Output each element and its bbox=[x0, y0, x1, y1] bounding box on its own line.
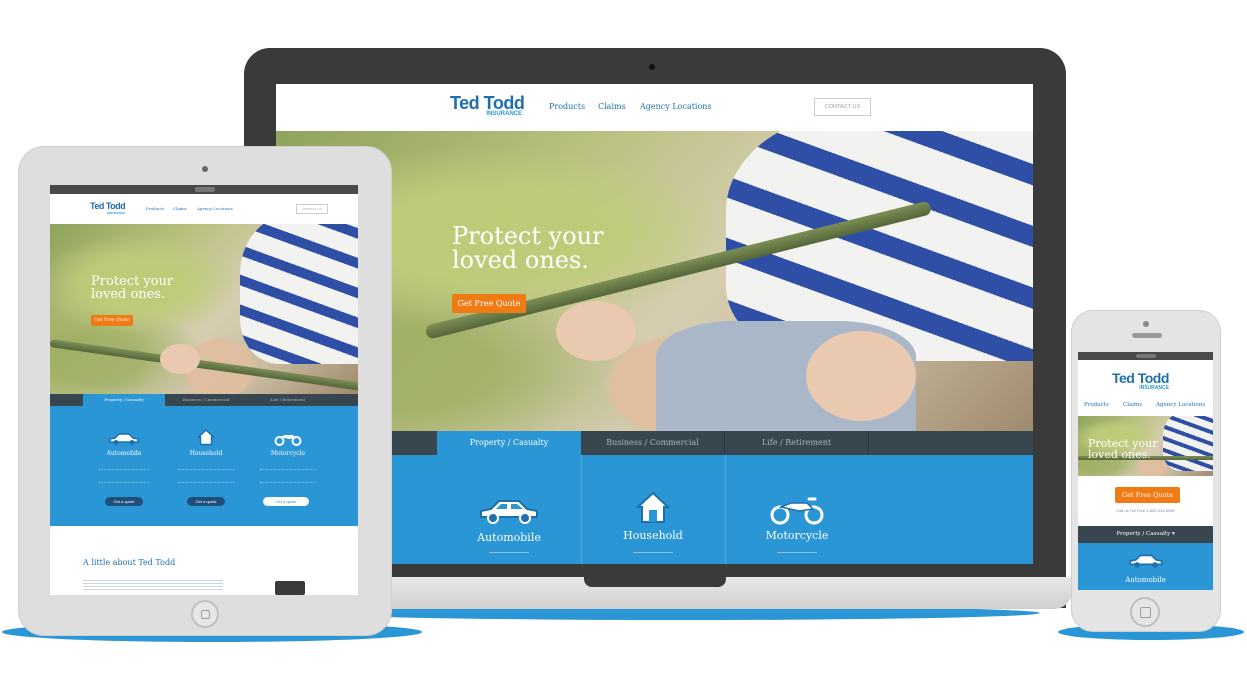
phone-statusbar-indicator bbox=[1136, 354, 1156, 358]
tablet-automobile-label: Automobile bbox=[106, 450, 142, 457]
tablet-hero-title: Protect your loved ones. bbox=[91, 275, 173, 302]
phone-dropdown-value: Property / Casualty bbox=[1116, 531, 1171, 537]
phone-home-button[interactable] bbox=[1130, 597, 1160, 627]
tablet-logo-tagline: INSURANCE bbox=[107, 211, 126, 215]
tablet-house-icon bbox=[196, 428, 216, 446]
tablet-screen: Ted Todd INSURANCE Products Claims Agenc… bbox=[50, 185, 358, 595]
tablet-logo-wordmark: Ted Todd bbox=[90, 201, 126, 211]
tablet-about-illustration bbox=[275, 581, 305, 595]
tablet-hero-line1: Protect your bbox=[91, 274, 174, 289]
phone-nav-claims[interactable]: Claims bbox=[1123, 402, 1142, 408]
nav-agency-locations[interactable]: Agency Locations bbox=[640, 102, 712, 111]
phone-nav-products[interactable]: Products bbox=[1084, 402, 1109, 408]
tablet-statusbar-indicator bbox=[195, 187, 215, 192]
tablet-contact-button[interactable]: CONTACT US bbox=[296, 204, 328, 214]
tablet-automobile-blurb bbox=[99, 469, 149, 483]
category-household-label: Household bbox=[623, 529, 683, 542]
tablet-automobile-quote-button[interactable]: Get a quote bbox=[105, 497, 143, 506]
phone-hero-shirt bbox=[1163, 416, 1213, 471]
tablet-car-icon bbox=[109, 433, 139, 445]
nav-claims[interactable]: Claims bbox=[598, 102, 626, 111]
tablet-category-household[interactable]: Household Get a quote bbox=[165, 406, 247, 506]
motorcycle-underline bbox=[777, 552, 817, 553]
phone-coverage-panel: Automobile bbox=[1078, 543, 1213, 590]
hero-title-line1: Protect your bbox=[452, 222, 604, 250]
tab-business-commercial[interactable]: Business / Commercial bbox=[581, 431, 725, 455]
phone-screen: Ted Todd INSURANCE Products Claims Agenc… bbox=[1078, 352, 1213, 590]
tablet-logo[interactable]: Ted Todd INSURANCE bbox=[90, 201, 126, 216]
laptop-notch bbox=[584, 577, 726, 587]
household-underline bbox=[633, 552, 673, 553]
tablet-camera bbox=[202, 166, 208, 172]
phone-get-free-quote-button[interactable]: Get Free Quote bbox=[1115, 487, 1180, 503]
laptop-camera bbox=[649, 64, 655, 70]
tablet-home-square-icon bbox=[201, 610, 210, 619]
logo-wordmark: Ted Todd bbox=[450, 93, 525, 113]
tablet-get-free-quote-button[interactable]: Get Free Quote bbox=[91, 315, 133, 326]
tablet-tab-property[interactable]: Property / Casualty bbox=[83, 394, 165, 406]
tablet-motorcycle-label: Motorcycle bbox=[270, 450, 306, 457]
tablet-motorcycle-icon bbox=[274, 435, 302, 446]
tab-life-retirement[interactable]: Life / Retirement bbox=[725, 431, 869, 455]
tablet-hero-hand bbox=[160, 344, 200, 374]
hero-hand-right bbox=[806, 331, 916, 421]
phone-hero-title: Protect your loved ones. bbox=[1088, 438, 1157, 462]
phone-hero-line2: loved ones. bbox=[1088, 448, 1151, 462]
phone-car-icon bbox=[1129, 554, 1163, 568]
tablet-hero-line2: loved ones. bbox=[91, 287, 166, 303]
tablet-home-button[interactable] bbox=[191, 600, 219, 628]
category-automobile-label: Automobile bbox=[477, 531, 541, 544]
car-icon bbox=[480, 500, 538, 524]
tablet-coverage-panel: Automobile Get a quote Household Get a q… bbox=[50, 406, 358, 526]
hero-title: Protect your loved ones. bbox=[452, 224, 604, 273]
automobile-underline bbox=[489, 552, 529, 553]
tablet-tabbar-spacer bbox=[50, 394, 83, 406]
caret-down-icon: ▾ bbox=[1171, 531, 1175, 537]
tablet-nav-products[interactable]: Products bbox=[146, 206, 164, 211]
phone-speaker bbox=[1132, 333, 1162, 338]
tab-property-casualty[interactable]: Property / Casualty bbox=[437, 431, 581, 455]
tablet-household-quote-button[interactable]: Get a quote bbox=[187, 497, 225, 506]
tablet-motorcycle-quote-button[interactable]: Get a quote bbox=[263, 497, 309, 506]
nav-products[interactable]: Products bbox=[549, 102, 585, 111]
tablet-tab-business[interactable]: Business / Commercial bbox=[165, 394, 247, 406]
tablet-motorcycle-blurb bbox=[260, 469, 316, 483]
phone-logo[interactable]: Ted Todd INSURANCE bbox=[1112, 371, 1169, 391]
get-free-quote-button[interactable]: Get Free Quote bbox=[452, 294, 526, 313]
phone-home-square-icon bbox=[1140, 607, 1151, 618]
tablet-nav-agency-locations[interactable]: Agency Locations bbox=[197, 206, 233, 211]
laptop-header: Ted Todd INSURANCE Products Claims Agenc… bbox=[276, 84, 1033, 131]
tablet-category-motorcycle[interactable]: Motorcycle Get a quote bbox=[247, 406, 329, 506]
tablet-header: Ted Todd INSURANCE Products Claims Agenc… bbox=[50, 194, 358, 224]
phone-statusbar bbox=[1078, 352, 1213, 360]
phone-coverage-dropdown[interactable]: Property / Casualty ▾ bbox=[1078, 526, 1213, 543]
contact-us-button[interactable]: CONTACT US bbox=[814, 98, 871, 116]
tablet-hero-shirt bbox=[240, 224, 358, 364]
house-icon bbox=[635, 491, 671, 523]
hero-title-line2: loved ones. bbox=[452, 246, 589, 275]
tablet-about-heading: A little about Ted Todd bbox=[83, 558, 176, 567]
tablet-about-text bbox=[83, 578, 223, 590]
logo[interactable]: Ted Todd INSURANCE bbox=[450, 94, 530, 117]
tablet-statusbar bbox=[50, 185, 358, 194]
tablet-nav-claims[interactable]: Claims bbox=[173, 206, 187, 211]
tablet-household-label: Household bbox=[189, 450, 223, 457]
tablet-hero-image bbox=[50, 224, 358, 394]
tablet-tab-life[interactable]: Life / Retirement bbox=[247, 394, 329, 406]
phone-camera bbox=[1143, 321, 1149, 327]
phone-automobile-label[interactable]: Automobile bbox=[1078, 576, 1213, 584]
phone-nav-agency-locations[interactable]: Agency Locations bbox=[1156, 402, 1205, 408]
category-motorcycle-label: Motorcycle bbox=[765, 529, 829, 542]
tablet-about-section: A little about Ted Todd bbox=[50, 526, 358, 595]
phone-call-line[interactable]: Call us Toll Free 1-800-313-6006 bbox=[1078, 508, 1213, 513]
motorcycle-icon bbox=[770, 497, 824, 525]
tablet-household-blurb bbox=[178, 469, 234, 483]
tablet-coverage-tabs: Property / Casualty Business / Commercia… bbox=[50, 394, 358, 406]
phone-logo-wordmark: Ted Todd bbox=[1112, 370, 1169, 386]
tablet-category-automobile[interactable]: Automobile Get a quote bbox=[83, 406, 165, 506]
category-motorcycle[interactable]: Motorcycle bbox=[725, 455, 869, 542]
category-automobile[interactable]: Automobile bbox=[437, 455, 581, 544]
category-household[interactable]: Household bbox=[581, 455, 725, 542]
hero-hand-left bbox=[556, 301, 636, 361]
